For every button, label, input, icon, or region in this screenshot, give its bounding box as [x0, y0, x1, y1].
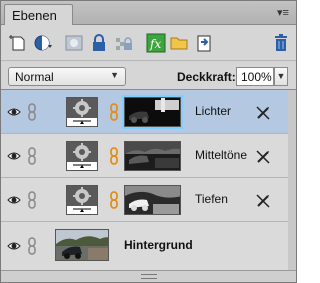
visibility-eye-icon[interactable] — [7, 194, 21, 206]
new-fill-adjustment-layer-icon[interactable] — [33, 33, 53, 53]
lock-all-icon[interactable] — [89, 33, 109, 53]
layer-row-tiefen[interactable]: Tiefen — [1, 178, 296, 222]
blend-mode-select[interactable]: Normal ▼ — [8, 67, 126, 86]
lock-transparency-icon[interactable] — [114, 33, 134, 53]
visibility-eye-icon[interactable] — [7, 240, 21, 252]
adjustment-thumbnail[interactable] — [66, 97, 98, 127]
layer-link-icon[interactable] — [27, 147, 37, 165]
opacity-dropdown-button[interactable]: ▼ — [274, 67, 288, 86]
adjustment-thumbnail[interactable] — [66, 141, 98, 171]
layer-name[interactable]: Mitteltöne — [195, 148, 247, 162]
layers-panel: Ebenen ▾≡ fx Normal ▼ Deckkraft: 100% ▼ … — [0, 0, 297, 283]
background-thumbnail[interactable] — [55, 229, 109, 261]
layer-link-icon[interactable] — [27, 103, 37, 121]
opacity-input[interactable]: 100% — [236, 67, 274, 86]
blend-mode-value: Normal — [15, 70, 54, 84]
fx-styles-icon[interactable]: fx — [146, 33, 166, 53]
layer-link-icon[interactable] — [27, 191, 37, 209]
add-mask-icon[interactable] — [64, 33, 84, 53]
layer-name[interactable]: Hintergrund — [124, 238, 193, 252]
layer-name[interactable]: Lichter — [195, 104, 231, 118]
brush-disabled-icon — [256, 106, 270, 120]
link-layer-icon[interactable] — [194, 33, 214, 53]
mask-link-icon[interactable] — [109, 147, 119, 165]
layer-name[interactable]: Tiefen — [195, 192, 228, 206]
mask-link-icon[interactable] — [109, 103, 119, 121]
layers-list: Lichter Mitteltöne Tiefen Hintergrund — [1, 90, 296, 270]
layer-row-lichter[interactable]: Lichter — [1, 90, 296, 134]
fx-label: fx — [149, 37, 161, 51]
opacity-label: Deckkraft: — [177, 70, 236, 84]
layer-mask-thumbnail[interactable] — [122, 95, 183, 129]
panel-footer — [1, 270, 296, 282]
layer-link-icon[interactable] — [27, 237, 37, 255]
chevron-down-icon: ▼ — [110, 70, 119, 80]
layer-mask-thumbnail[interactable] — [124, 185, 181, 215]
layers-toolbar: fx — [1, 25, 296, 61]
mask-link-icon[interactable] — [109, 191, 119, 209]
layer-row-hintergrund[interactable]: Hintergrund — [1, 222, 296, 270]
layer-mask-thumbnail[interactable] — [124, 141, 181, 171]
panel-menu-icon[interactable]: ▾≡ — [274, 6, 292, 20]
delete-layer-icon[interactable] — [271, 33, 291, 53]
new-layer-icon[interactable] — [8, 33, 28, 53]
layers-scrollbar[interactable] — [288, 90, 296, 270]
tab-ebenen[interactable]: Ebenen — [4, 4, 73, 26]
brush-disabled-icon — [256, 194, 270, 208]
brush-disabled-icon — [256, 150, 270, 164]
panel-tabstrip: Ebenen ▾≡ — [1, 1, 296, 26]
visibility-eye-icon[interactable] — [7, 106, 21, 118]
resize-grip-icon[interactable] — [141, 274, 157, 279]
visibility-eye-icon[interactable] — [7, 150, 21, 162]
layer-row-mitteltoene[interactable]: Mitteltöne — [1, 134, 296, 178]
adjustment-thumbnail[interactable] — [66, 185, 98, 215]
new-group-icon[interactable] — [169, 33, 189, 53]
layer-options-row: Normal ▼ Deckkraft: 100% ▼ — [1, 62, 296, 90]
